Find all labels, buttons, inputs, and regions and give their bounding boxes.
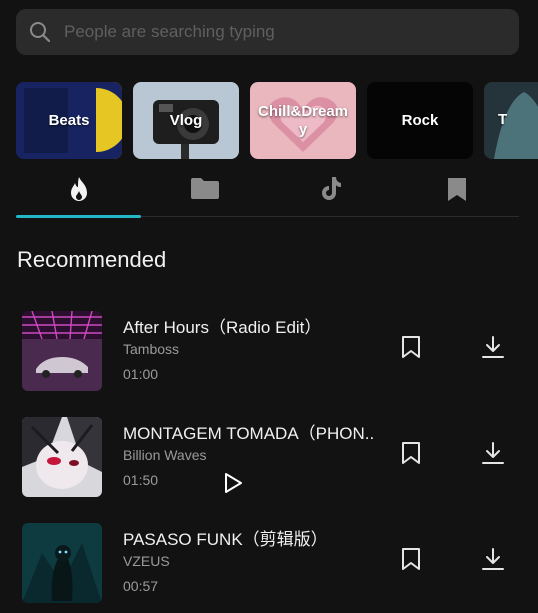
folder-icon xyxy=(190,178,219,199)
category-label: Beats xyxy=(48,111,90,129)
search-icon xyxy=(30,22,51,43)
bookmark-button[interactable] xyxy=(393,435,429,471)
track-title: MONTAGEM TOMADA（PHON.. xyxy=(123,424,375,443)
section-title: Recommended xyxy=(17,247,167,272)
tab-folder[interactable] xyxy=(142,168,267,216)
category-label: T xyxy=(498,111,508,128)
track-row[interactable]: MONTAGEM TOMADA（PHON.. Billion Waves 01:… xyxy=(0,417,538,507)
track-title: After Hours（Radio Edit） xyxy=(123,318,322,337)
download-button[interactable] xyxy=(475,435,511,471)
download-icon xyxy=(482,336,504,358)
download-button[interactable] xyxy=(475,541,511,577)
category-carousel[interactable]: Beats Vlog Chill&Dreamy Rock T xyxy=(16,82,538,159)
play-icon[interactable] xyxy=(221,471,245,500)
bookmark-outline-icon xyxy=(402,442,420,464)
download-icon xyxy=(482,548,504,570)
search-bar[interactable] xyxy=(16,9,519,55)
bookmark-icon xyxy=(447,178,466,201)
category-rock[interactable]: Rock xyxy=(367,82,473,159)
bookmark-button[interactable] xyxy=(393,329,429,365)
track-row[interactable]: PASASO FUNK（剪辑版） VZEUS 00:57 xyxy=(0,523,538,613)
track-artist: VZEUS xyxy=(123,553,170,569)
track-duration: 01:50 xyxy=(123,472,159,488)
category-vlog[interactable]: Vlog xyxy=(133,82,239,159)
track-row[interactable]: After Hours（Radio Edit） Tamboss 01:00 xyxy=(0,311,538,401)
track-artist: Tamboss xyxy=(123,341,180,357)
category-partial[interactable]: T xyxy=(484,82,538,159)
track-duration: 01:00 xyxy=(123,366,159,382)
category-chill-dreamy[interactable]: Chill&Dreamy xyxy=(250,82,356,159)
category-label: Chill&Dreamy xyxy=(257,102,349,138)
bookmark-outline-icon xyxy=(402,336,420,358)
bookmark-button[interactable] xyxy=(393,541,429,577)
category-label: Vlog xyxy=(169,111,203,129)
tab-saved[interactable] xyxy=(394,168,519,216)
track-cover xyxy=(22,311,102,391)
bookmark-outline-icon xyxy=(402,548,420,570)
download-button[interactable] xyxy=(475,329,511,365)
category-beats[interactable]: Beats xyxy=(16,82,122,159)
fire-icon xyxy=(70,177,87,201)
download-icon xyxy=(482,442,504,464)
track-cover xyxy=(22,417,102,497)
tab-hot[interactable] xyxy=(16,168,141,218)
track-artist: Billion Waves xyxy=(123,447,207,463)
track-duration: 00:57 xyxy=(123,578,159,594)
tab-tiktok[interactable] xyxy=(268,168,393,216)
track-cover xyxy=(22,523,102,603)
tab-bar xyxy=(16,168,519,218)
category-label: Rock xyxy=(401,111,439,129)
search-input[interactable] xyxy=(64,22,484,42)
tiktok-icon xyxy=(321,177,341,200)
track-title: PASASO FUNK（剪辑版） xyxy=(123,530,328,549)
